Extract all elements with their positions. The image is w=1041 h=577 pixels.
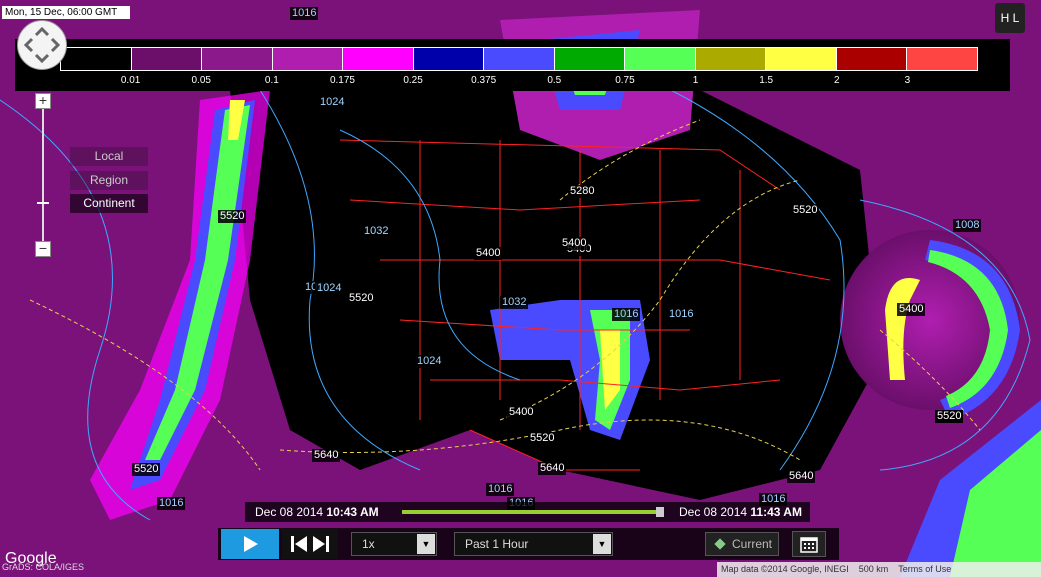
legend-swatch [343,48,414,70]
pressure-label: 1016 [486,483,515,496]
skip-back-icon[interactable] [290,535,308,553]
map-data-text: Map data ©2014 Google, INEGI [721,564,849,574]
thickness-label: 5520 [218,210,247,223]
speed-select[interactable]: 1x ▼ [351,532,437,556]
legend-label: 0.01 [120,75,141,86]
legend-swatch [413,48,485,70]
skip-forward-icon[interactable] [312,535,330,553]
legend-label: 0.175 [329,75,355,86]
pressure-label: 1016 [290,7,319,20]
legend-swatch [836,48,908,70]
legend-swatch [766,48,837,70]
pressure-label: 1024 [318,96,347,109]
time-slider-track[interactable] [402,510,664,514]
start-time-text: 10:43 AM [326,505,379,519]
pressure-label: 1032 [500,296,529,309]
thickness-label: 5280 [568,185,597,198]
playback-controls: 1x ▼ Past 1 Hour ▼ Current [218,528,839,560]
current-icon [714,538,726,550]
thickness-label: 5400 [560,237,589,250]
thickness-label: 5520 [347,292,376,305]
highs-lows-toggle[interactable]: H L [995,3,1025,33]
pan-arrows-icon [23,26,61,64]
step-buttons [282,529,338,559]
thickness-label: 5400 [507,406,536,419]
calendar-icon [800,537,818,553]
legend-swatch [131,48,203,70]
thickness-label: 5640 [312,449,341,462]
legend-label: 0.375 [471,75,497,86]
terms-link[interactable]: Terms of Use [898,562,951,577]
end-time-text: 11:43 AM [750,505,802,519]
legend-swatch [625,48,696,70]
chevron-down-icon: ▼ [593,534,611,554]
play-icon [244,536,258,552]
legend-swatches [60,47,978,71]
play-button[interactable] [221,529,279,559]
end-date-text: Dec 08 2014 [679,505,751,519]
end-time: Dec 08 2014 11:43 AM [679,505,802,519]
legend-swatch [272,48,344,70]
legend-swatch [695,48,767,70]
thickness-label: 5520 [935,410,964,423]
legend-label: 0.5 [547,75,562,86]
chevron-down-icon: ▼ [417,534,435,554]
thickness-label: 5520 [132,463,161,476]
calendar-button[interactable] [792,531,826,557]
thickness-label: 5400 [474,247,503,260]
zoom-slider-track[interactable] [42,108,44,242]
zoom-in-button[interactable]: + [35,93,51,109]
thickness-label: 5640 [538,462,567,475]
time-range-bar: Dec 08 2014 10:43 AM Dec 08 2014 11:43 A… [245,502,810,522]
legend-swatch [61,48,132,70]
thickness-label: 5400 [897,303,926,316]
thickness-label: 5520 [528,432,557,445]
legend-swatch [907,48,977,70]
pressure-label: 1032 [362,225,391,238]
legend-label: 2 [833,75,840,86]
thickness-label: 5640 [787,470,816,483]
thickness-label: 5520 [791,204,820,217]
pressure-label: 1024 [315,282,344,295]
scope-region-button[interactable]: Region [70,171,148,190]
legend-label: 0.1 [264,75,279,86]
current-label: Current [732,537,773,551]
legend-label: 0.75 [615,75,635,86]
pan-control[interactable] [17,20,67,70]
legend-label: 1 [692,75,699,86]
zoom-level-handle[interactable] [37,202,49,204]
legend-label: 1.5 [759,75,774,86]
pressure-label: 1016 [612,308,641,321]
legend-swatch [202,48,273,70]
range-select[interactable]: Past 1 Hour ▼ [454,532,613,556]
legend-swatch [554,48,626,70]
time-slider-handle[interactable] [656,507,664,517]
start-date-text: Dec 08 2014 [255,505,327,519]
legend-label: 3 [904,75,911,86]
pressure-label: 1024 [415,355,444,368]
grads-credit: GrADS: COLA/IGES [2,562,85,572]
legend-label: 0.25 [403,75,423,86]
start-time: Dec 08 2014 10:43 AM [255,505,379,519]
scope-continent-button[interactable]: Continent [70,194,148,213]
hl-toggle-label: H L [1000,11,1020,25]
speed-value: 1x [362,537,375,551]
legend-label: 0.05 [191,75,211,86]
pressure-label: 1016 [667,308,696,321]
range-value: Past 1 Hour [465,537,529,551]
pressure-label: 1008 [953,219,982,232]
current-button[interactable]: Current [705,532,779,556]
legend-swatch [484,48,555,70]
pressure-label: 1016 [157,497,186,510]
precip-legend: 0.01 0.05 0.1 0.175 0.25 0.375 0.5 0.75 1 1.5 2 3 [15,39,1010,91]
scope-local-button[interactable]: Local [70,147,148,166]
map-attribution: Map data ©2014 Google, INEGI 500 km Term… [717,562,1041,577]
valid-time: Mon, 15 Dec, 06:00 GMT [2,6,130,19]
zoom-out-button[interactable]: − [35,241,51,257]
scale-text: 500 km [858,564,889,574]
